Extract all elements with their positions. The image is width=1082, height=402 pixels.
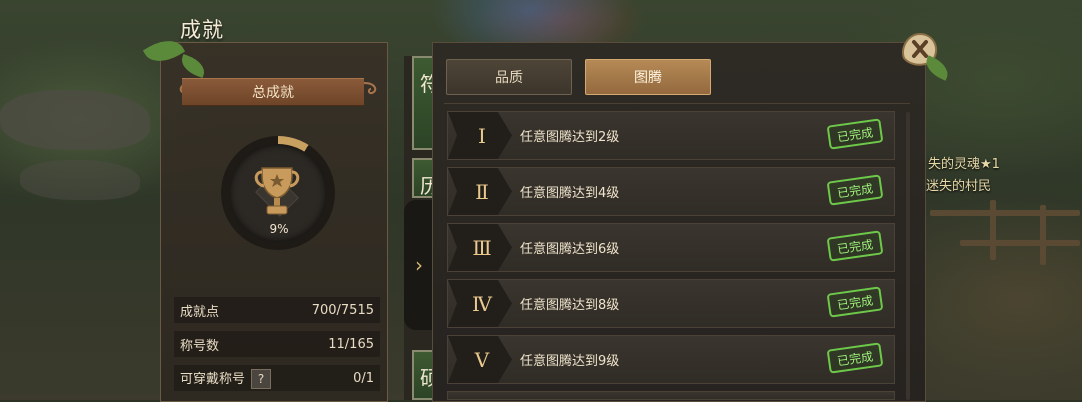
- tab-totem[interactable]: 图腾: [585, 59, 711, 95]
- stat-label-group: 可穿戴称号?: [180, 368, 272, 389]
- stat-value: 700/7515: [311, 302, 374, 318]
- background-fence: [960, 240, 1080, 246]
- background-rock: [0, 90, 150, 150]
- list-item: Ⅰ 任意图腾达到2级 已完成: [447, 111, 895, 160]
- help-button[interactable]: ?: [251, 368, 272, 389]
- divider: [444, 103, 910, 104]
- completed-stamp: 已完成: [826, 230, 884, 262]
- list-item: Ⅳ 任意图腾达到8级 已完成: [447, 279, 895, 328]
- background-rock: [20, 160, 140, 200]
- level-numeral: Ⅳ: [472, 291, 492, 316]
- stat-row-title-count: 称号数 11/165: [174, 331, 380, 357]
- tab-quality[interactable]: 品质: [446, 59, 572, 95]
- level-numeral: Ⅰ: [478, 123, 486, 148]
- list-item: Ⅲ 任意图腾达到6级 已完成: [447, 223, 895, 272]
- scroll-curl-right-icon: [363, 82, 377, 95]
- progress-percent: 9%: [269, 222, 289, 236]
- achievement-text: 任意图腾达到4级: [520, 186, 620, 201]
- background-fence: [990, 200, 996, 260]
- trophy-icon: [254, 167, 300, 217]
- stat-label: 称号数: [180, 338, 220, 354]
- achievement-text: 任意图腾达到6级: [520, 242, 620, 257]
- completed-stamp: 已完成: [826, 342, 884, 374]
- level-numeral: Ⅱ: [475, 179, 489, 204]
- achievement-text: 任意图腾达到9级: [520, 354, 620, 369]
- completed-stamp: 已完成: [826, 174, 884, 206]
- achievement-text: 任意图腾达到8级: [520, 298, 620, 313]
- background-fence: [1040, 205, 1046, 265]
- npc-name-lost-soul: 失的灵魂★1: [928, 157, 1000, 172]
- list-item: [447, 391, 895, 400]
- npc-name-lost-villager: 迷失的村民: [926, 179, 992, 194]
- window-title: 成就: [180, 18, 224, 42]
- completed-stamp: 已完成: [826, 118, 884, 150]
- stat-row-wearable-titles: 可穿戴称号? 0/1: [174, 365, 380, 391]
- list-item: Ⅴ 任意图腾达到9级 已完成: [447, 335, 895, 384]
- stat-row-achievement-points: 成就点 700/7515: [174, 297, 380, 323]
- level-numeral: Ⅲ: [472, 235, 492, 260]
- total-achievement-banner: 总成就: [182, 78, 364, 106]
- stat-label: 成就点: [180, 304, 220, 320]
- expand-toggle-button[interactable]: ›: [404, 200, 434, 330]
- scrollbar[interactable]: [906, 112, 910, 400]
- list-item: Ⅱ 任意图腾达到4级 已完成: [447, 167, 895, 216]
- achievement-text: 任意图腾达到2级: [520, 130, 620, 145]
- stat-value: 11/165: [328, 336, 374, 352]
- background-fence: [930, 210, 1080, 216]
- stat-value: 0/1: [353, 370, 374, 386]
- level-numeral: Ⅴ: [474, 347, 490, 372]
- stat-label: 可穿戴称号: [180, 371, 246, 387]
- completed-stamp: 已完成: [826, 286, 884, 318]
